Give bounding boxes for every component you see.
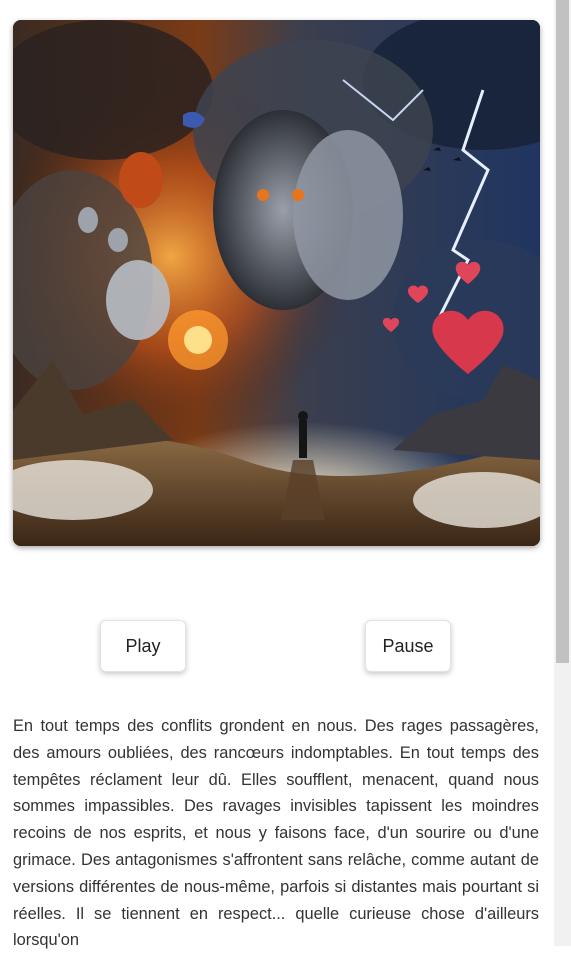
storm-artwork-image	[13, 20, 540, 546]
page: Play Pause En tout temps des conflits gr…	[0, 0, 554, 949]
artwork-illustration	[13, 20, 540, 546]
pause-button[interactable]: Pause	[365, 620, 451, 672]
play-button[interactable]: Play	[100, 620, 186, 672]
vertical-scrollbar[interactable]	[554, 0, 571, 946]
scrollbar-thumb[interactable]	[556, 0, 569, 663]
story-text: En tout temps des conflits grondent en n…	[13, 717, 539, 950]
